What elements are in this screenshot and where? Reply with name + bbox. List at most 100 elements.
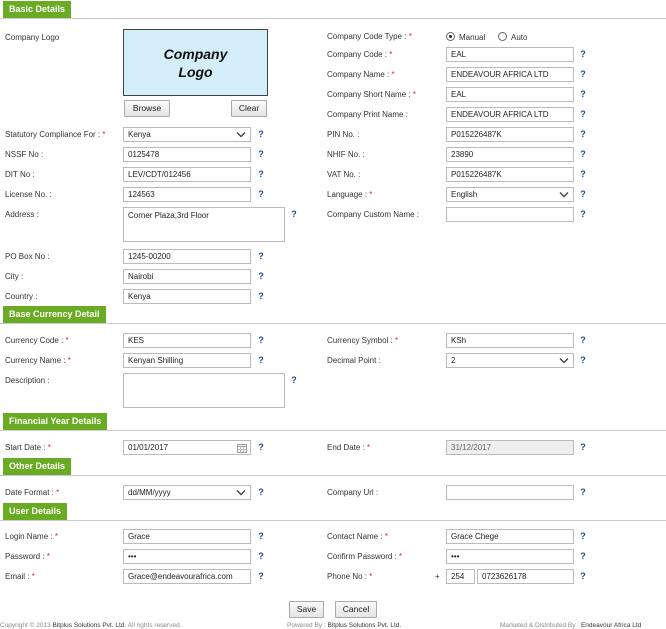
end-date-input: 31/12/2017 bbox=[446, 440, 574, 455]
help-icon[interactable]: ? bbox=[578, 68, 588, 80]
language-select[interactable]: English bbox=[446, 187, 574, 202]
email-input[interactable]: Grace@endeavourafrica.com bbox=[123, 569, 251, 584]
footer-marketed-by: Marketed & Distributed By : Endeavour Af… bbox=[500, 622, 642, 629]
nssf-label: NSSF No : bbox=[5, 150, 44, 159]
currency-name-input[interactable]: Kenyan Shilling bbox=[123, 353, 251, 368]
company-print-name-input[interactable]: ENDEAVOUR AFRICA LTD bbox=[446, 107, 574, 122]
help-icon[interactable]: ? bbox=[256, 128, 266, 140]
footer-copyright: Copyright © 2013 Bitplus Solutions Pvt. … bbox=[0, 622, 182, 629]
calendar-icon[interactable] bbox=[237, 443, 247, 453]
help-icon[interactable]: ? bbox=[578, 148, 588, 160]
license-input[interactable]: 124563 bbox=[123, 187, 251, 202]
confirm-password-label: Confirm Password : * bbox=[327, 552, 403, 561]
contact-name-input[interactable]: Grace Chege bbox=[446, 529, 574, 544]
help-icon[interactable]: ? bbox=[578, 486, 588, 498]
login-name-input[interactable]: Grace bbox=[123, 529, 251, 544]
end-date-label: End Date : * bbox=[327, 443, 371, 452]
help-icon[interactable]: ? bbox=[256, 570, 266, 582]
radio-auto-label: Auto bbox=[511, 33, 528, 42]
date-format-select[interactable]: dd/MM/yyyy bbox=[123, 485, 251, 500]
help-icon[interactable]: ? bbox=[256, 168, 266, 180]
pobox-input[interactable]: 1245-00200 bbox=[123, 249, 251, 264]
vat-input[interactable]: P015226487K bbox=[446, 167, 574, 182]
help-icon[interactable]: ? bbox=[256, 250, 266, 262]
radio-manual[interactable] bbox=[446, 32, 455, 41]
section-title-basic: Basic Details bbox=[3, 1, 72, 18]
license-label: License No. : bbox=[5, 190, 52, 199]
company-url-label: Company Url : bbox=[327, 488, 379, 497]
clear-button[interactable]: Clear bbox=[231, 100, 267, 117]
help-icon[interactable]: ? bbox=[256, 290, 266, 302]
pin-input[interactable]: P015226487K bbox=[446, 127, 574, 142]
company-short-name-input[interactable]: EAL bbox=[446, 87, 574, 102]
company-code-label: Company Code : * bbox=[327, 50, 393, 59]
confirm-password-input[interactable]: ••• bbox=[446, 549, 574, 564]
help-icon[interactable]: ? bbox=[578, 188, 588, 200]
address-label: Address : bbox=[5, 210, 39, 219]
help-icon[interactable]: ? bbox=[289, 208, 299, 220]
currency-name-label: Currency Name : * bbox=[5, 356, 71, 365]
currency-symbol-input[interactable]: KSh bbox=[446, 333, 574, 348]
section-user-details: User Details bbox=[0, 503, 666, 521]
city-label: City : bbox=[5, 272, 24, 281]
help-icon[interactable]: ? bbox=[578, 168, 588, 180]
help-icon[interactable]: ? bbox=[256, 486, 266, 498]
password-input[interactable]: ••• bbox=[123, 549, 251, 564]
chevron-down-icon bbox=[559, 358, 569, 364]
nssf-input[interactable]: 0125478 bbox=[123, 147, 251, 162]
phone-country-code-input[interactable]: 254 bbox=[446, 569, 475, 584]
company-name-input[interactable]: ENDEAVOUR AFRICA LTD bbox=[446, 67, 574, 82]
company-code-type-label: Company Code Type : * bbox=[327, 32, 412, 41]
company-custom-name-input[interactable] bbox=[446, 207, 574, 222]
help-icon[interactable]: ? bbox=[289, 374, 299, 386]
help-icon[interactable]: ? bbox=[256, 530, 266, 542]
pin-label: PIN No. : bbox=[327, 130, 360, 139]
help-icon[interactable]: ? bbox=[256, 188, 266, 200]
radio-auto[interactable] bbox=[498, 32, 507, 41]
dit-input[interactable]: LEV/CDT/012456 bbox=[123, 167, 251, 182]
statutory-compliance-select[interactable]: Kenya bbox=[123, 127, 251, 142]
company-url-input[interactable] bbox=[446, 485, 574, 500]
help-icon[interactable]: ? bbox=[578, 441, 588, 453]
help-icon[interactable]: ? bbox=[256, 148, 266, 160]
date-format-label: Date Format : * bbox=[5, 488, 60, 497]
help-icon[interactable]: ? bbox=[578, 530, 588, 542]
browse-button[interactable]: Browse bbox=[124, 100, 170, 117]
section-base-currency: Base Currency Detail bbox=[0, 306, 666, 324]
help-icon[interactable]: ? bbox=[256, 334, 266, 346]
city-input[interactable]: Nairobi bbox=[123, 269, 251, 284]
help-icon[interactable]: ? bbox=[578, 108, 588, 120]
help-icon[interactable]: ? bbox=[578, 550, 588, 562]
help-icon[interactable]: ? bbox=[578, 128, 588, 140]
help-icon[interactable]: ? bbox=[256, 354, 266, 366]
password-label: Password : * bbox=[5, 552, 50, 561]
country-input[interactable]: Kenya bbox=[123, 289, 251, 304]
nhif-input[interactable]: 23890 bbox=[446, 147, 574, 162]
logo-line-2: Logo bbox=[178, 64, 213, 80]
company-code-input[interactable]: EAL bbox=[446, 47, 574, 62]
phone-plus: + bbox=[435, 572, 440, 581]
help-icon[interactable]: ? bbox=[578, 88, 588, 100]
help-icon[interactable]: ? bbox=[256, 550, 266, 562]
decimal-point-select[interactable]: 2 bbox=[446, 353, 574, 368]
company-logo-image: Company Logo bbox=[123, 29, 268, 96]
help-icon[interactable]: ? bbox=[578, 354, 588, 366]
help-icon[interactable]: ? bbox=[578, 334, 588, 346]
login-name-label: Login Name : * bbox=[5, 532, 58, 541]
cancel-button[interactable]: Cancel bbox=[335, 601, 377, 618]
section-basic-details: Basic Details bbox=[0, 1, 666, 19]
help-icon[interactable]: ? bbox=[578, 208, 588, 220]
description-textarea[interactable] bbox=[123, 373, 285, 408]
help-icon[interactable]: ? bbox=[578, 48, 588, 60]
currency-code-input[interactable]: KES bbox=[123, 333, 251, 348]
start-date-input[interactable]: 01/01/2017 bbox=[123, 440, 251, 455]
save-button[interactable]: Save bbox=[289, 601, 324, 618]
help-icon[interactable]: ? bbox=[256, 270, 266, 282]
help-icon[interactable]: ? bbox=[256, 441, 266, 453]
company-custom-name-label: Company Custom Name : bbox=[327, 210, 420, 219]
address-textarea[interactable]: Corner Plaza,3rd Floor bbox=[123, 207, 285, 242]
section-title-financial: Financial Year Details bbox=[3, 413, 108, 430]
section-title-currency: Base Currency Detail bbox=[3, 306, 106, 323]
phone-number-input[interactable]: 0723626178 bbox=[477, 569, 574, 584]
help-icon[interactable]: ? bbox=[578, 570, 588, 582]
